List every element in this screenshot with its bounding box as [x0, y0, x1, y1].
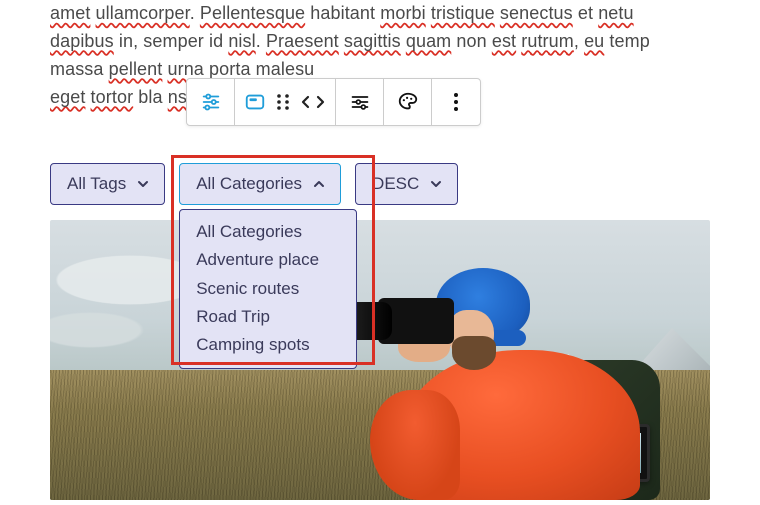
sort-filter-wrap: DESC: [355, 163, 458, 205]
chevron-up-icon: [312, 177, 326, 191]
chevron-down-icon: [429, 177, 443, 191]
parent-and-drag-group: [235, 79, 336, 125]
color-button[interactable]: [384, 79, 432, 125]
featured-image[interactable]: [50, 220, 710, 500]
categories-option[interactable]: Road Trip: [180, 303, 356, 331]
parent-block-button[interactable]: [243, 91, 267, 113]
block-settings-button[interactable]: [187, 79, 235, 125]
sort-filter-label: DESC: [372, 174, 419, 194]
drag-handle-icon[interactable]: [275, 93, 291, 111]
chevron-down-icon: [136, 177, 150, 191]
tags-filter-button[interactable]: All Tags: [50, 163, 165, 205]
categories-option[interactable]: Scenic routes: [180, 275, 356, 303]
categories-filter-button[interactable]: All Categories: [179, 163, 341, 205]
categories-option[interactable]: Camping spots: [180, 331, 356, 359]
categories-option[interactable]: Adventure place: [180, 246, 356, 274]
more-options-button[interactable]: [432, 79, 480, 125]
categories-filter-label: All Categories: [196, 174, 302, 194]
sort-filter-button[interactable]: DESC: [355, 163, 458, 205]
align-button[interactable]: [336, 79, 384, 125]
categories-option[interactable]: All Categories: [180, 218, 356, 246]
categories-filter-wrap: All Categories All CategoriesAdventure p…: [179, 163, 341, 205]
move-arrows-icon[interactable]: [299, 93, 327, 111]
tags-filter-label: All Tags: [67, 174, 126, 194]
filter-row: All Tags All Categories All CategoriesAd…: [50, 163, 458, 205]
block-toolbar: [186, 78, 481, 126]
tags-filter-wrap: All Tags: [50, 163, 165, 205]
categories-dropdown: All CategoriesAdventure placeScenic rout…: [179, 209, 357, 369]
